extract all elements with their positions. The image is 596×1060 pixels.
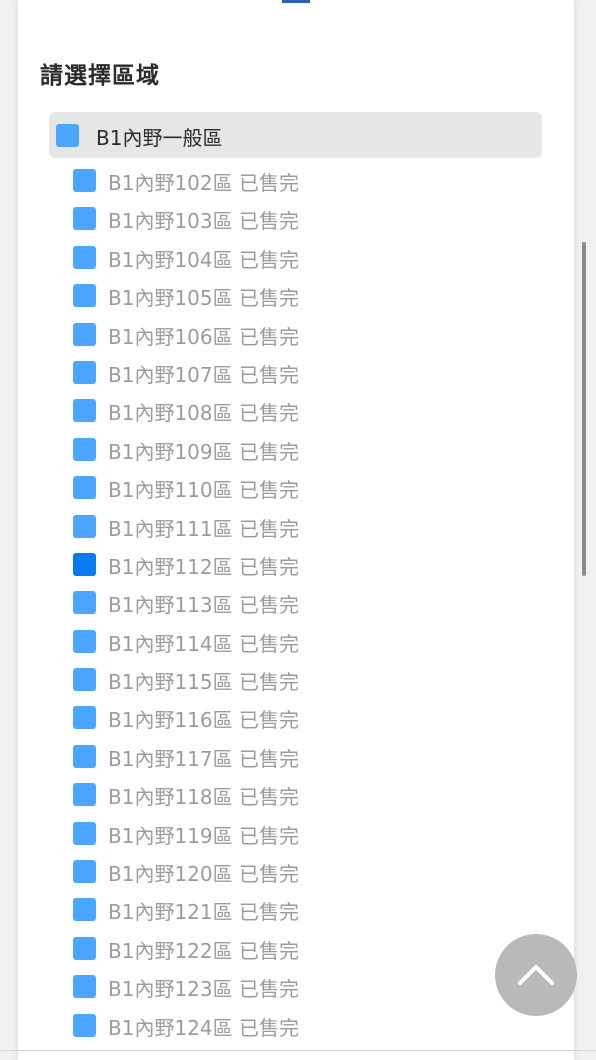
- area-color-swatch: [73, 860, 96, 884]
- area-item[interactable]: B1內野114區 已售完: [18, 622, 574, 660]
- area-item[interactable]: B1內野115區 已售完: [18, 660, 574, 698]
- area-item-label: B1內野106區 已售完: [108, 324, 299, 349]
- chevron-up-icon: [518, 965, 554, 985]
- area-item-label: B1內野112區 已售完: [108, 554, 299, 579]
- area-color-swatch-selected: [73, 552, 96, 576]
- area-selection-card: 請選擇區域 B1內野一般區 B1內野102區 已售完 B1內野103區 已售完 B1…: [18, 0, 574, 1060]
- area-item[interactable]: B1內野122區 已售完: [18, 929, 574, 967]
- area-color-swatch: [73, 706, 96, 730]
- area-item[interactable]: B1內野109區 已售完: [18, 430, 574, 468]
- back-to-top-button[interactable]: [495, 934, 577, 1016]
- area-color-swatch: [73, 975, 96, 999]
- area-item-label: B1內野124區 已售完: [108, 1015, 299, 1040]
- area-item-label: B1內野119區 已售完: [108, 823, 299, 848]
- area-color-swatch: [73, 399, 96, 423]
- area-color-swatch: [73, 821, 96, 845]
- area-item[interactable]: B1內野123區 已售完: [18, 967, 574, 1005]
- area-color-swatch: [73, 437, 96, 461]
- area-color-swatch: [73, 591, 96, 615]
- area-item-label: B1內野109區 已售完: [108, 439, 299, 464]
- area-item-label: B1內野111區 已售完: [108, 516, 299, 541]
- area-item[interactable]: B1內野108區 已售完: [18, 391, 574, 429]
- area-item-label: B1內野103區 已售完: [108, 209, 299, 234]
- area-color-swatch: [73, 936, 96, 960]
- area-group-label: B1內野一般區: [96, 126, 223, 150]
- area-list: B1內野102區 已售完 B1內野103區 已售完 B1內野104區 已售完 B1內野…: [18, 161, 574, 1044]
- bottom-divider: [0, 1050, 596, 1051]
- area-item[interactable]: B1內野106區 已售完: [18, 315, 574, 353]
- area-color-swatch: [73, 360, 96, 384]
- area-item[interactable]: B1內野105區 已售完: [18, 276, 574, 314]
- area-color-swatch: [73, 1013, 96, 1037]
- area-item-label: B1內野102區 已售完: [108, 171, 299, 195]
- area-color-swatch: [73, 207, 96, 231]
- area-item-label: B1內野118區 已售完: [108, 785, 299, 810]
- area-item[interactable]: B1內野104區 已售完: [18, 238, 574, 276]
- area-item-label: B1內野121區 已售完: [108, 900, 299, 925]
- area-item-label: B1內野114區 已售完: [108, 631, 299, 656]
- area-color-swatch: [73, 245, 96, 269]
- scrollbar[interactable]: [582, 242, 586, 576]
- area-item-label: B1內野115區 已售完: [108, 670, 299, 695]
- area-item[interactable]: B1內野116區 已售完: [18, 698, 574, 736]
- area-color-swatch: [73, 322, 96, 346]
- area-item-label: B1內野120區 已售完: [108, 862, 299, 887]
- area-item[interactable]: B1內野111區 已售完: [18, 507, 574, 545]
- area-item-label: B1內野122區 已售完: [108, 938, 299, 963]
- area-color-swatch: [73, 744, 96, 768]
- area-item[interactable]: B1內野124區 已售完: [18, 1006, 574, 1044]
- section-heading: 請選擇區域: [40, 63, 160, 89]
- area-item-label: B1內野108區 已售完: [108, 401, 299, 426]
- area-item[interactable]: B1內野112區 已售完: [18, 545, 574, 583]
- area-color-swatch: [56, 124, 79, 147]
- area-item[interactable]: B1內野119區 已售完: [18, 814, 574, 852]
- logo: [282, 0, 310, 3]
- area-item[interactable]: B1內野110區 已售完: [18, 468, 574, 506]
- area-item[interactable]: B1內野107區 已售完: [18, 353, 574, 391]
- area-item-label: B1內野117區 已售完: [108, 746, 299, 771]
- area-item[interactable]: B1內野118區 已售完: [18, 775, 574, 813]
- area-item[interactable]: B1內野102區 已售完: [18, 161, 574, 199]
- area-item-label: B1內野104區 已售完: [108, 247, 299, 272]
- area-item[interactable]: B1內野120區 已售完: [18, 852, 574, 890]
- area-color-swatch: [73, 898, 96, 922]
- area-color-swatch: [73, 169, 96, 192]
- area-color-swatch: [73, 629, 96, 653]
- area-color-swatch: [73, 783, 96, 807]
- area-color-swatch: [73, 284, 96, 308]
- area-item-label: B1內野113區 已售完: [108, 593, 299, 618]
- area-color-swatch: [73, 514, 96, 538]
- area-color-swatch: [73, 668, 96, 692]
- area-group-header[interactable]: B1內野一般區: [49, 112, 542, 158]
- area-item-label: B1內野107區 已售完: [108, 362, 299, 387]
- area-item[interactable]: B1內野103區 已售完: [18, 199, 574, 237]
- area-item-label: B1內野123區 已售完: [108, 977, 299, 1002]
- area-item-label: B1內野105區 已售完: [108, 286, 299, 311]
- area-item[interactable]: B1內野117區 已售完: [18, 737, 574, 775]
- area-item[interactable]: B1內野121區 已售完: [18, 890, 574, 928]
- area-item-label: B1內野110區 已售完: [108, 478, 299, 503]
- area-item[interactable]: B1內野113區 已售完: [18, 583, 574, 621]
- area-color-swatch: [73, 476, 96, 500]
- area-item-label: B1內野116區 已售完: [108, 708, 299, 733]
